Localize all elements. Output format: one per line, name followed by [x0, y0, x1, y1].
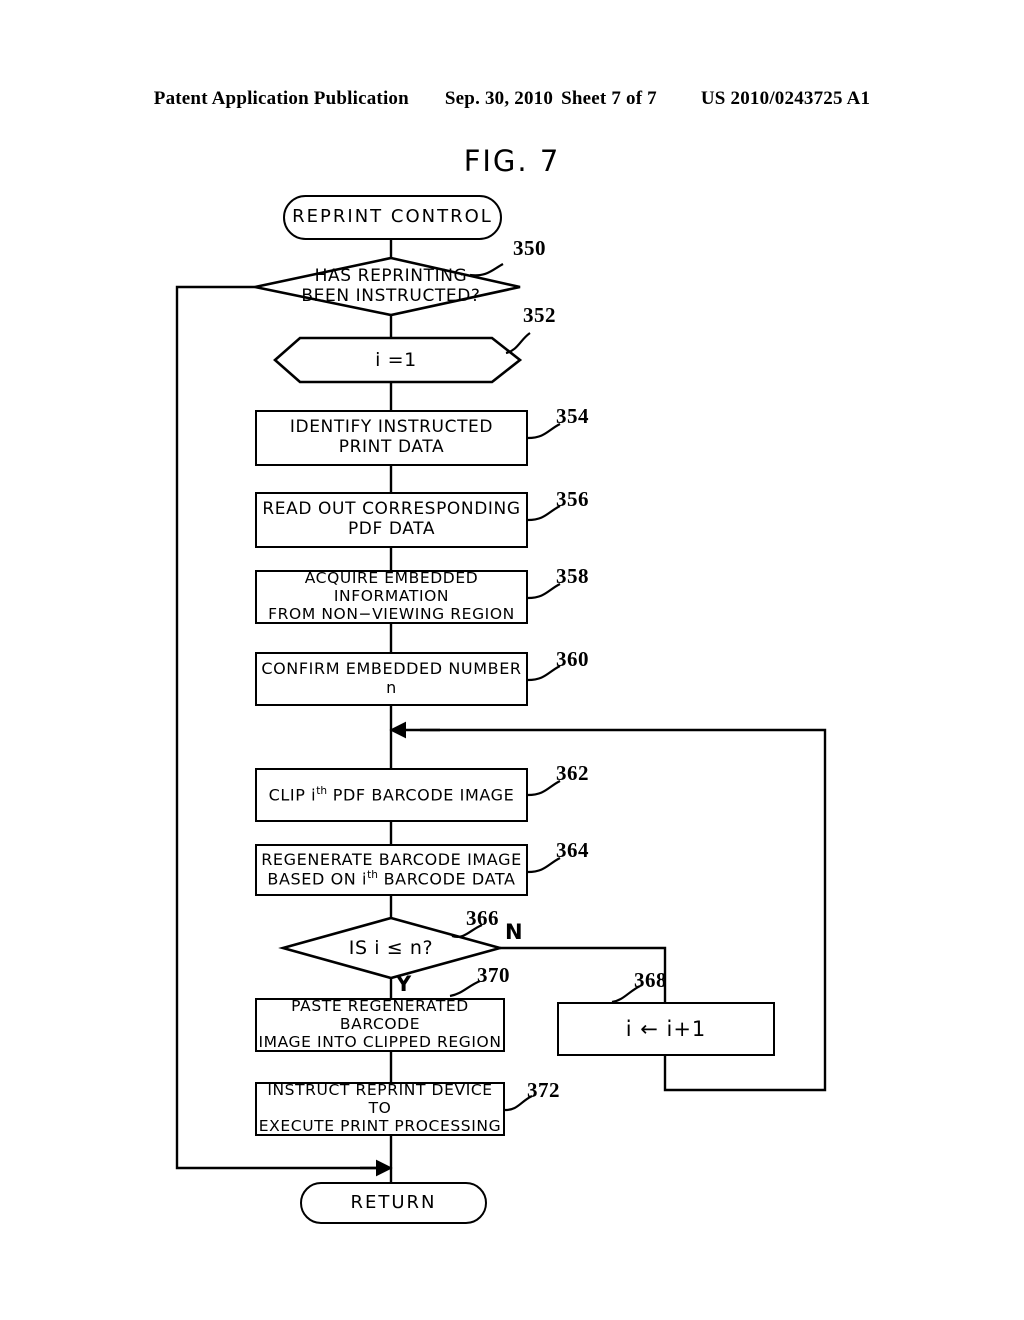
reference-number-368: 368: [634, 968, 667, 992]
branch-label-yes: Y: [396, 972, 412, 996]
reference-number-356: 356: [556, 487, 589, 511]
prep-352-label: i =1: [375, 348, 417, 371]
reference-number-362: 362: [556, 761, 589, 785]
process-confirm-embedded-number: CONFIRM EMBEDDED NUMBER n: [255, 652, 528, 706]
reference-number-352: 352: [523, 303, 556, 327]
process-acquire-embedded-information: ACQUIRE EMBEDDED INFORMATION FROM NON−VI…: [255, 569, 528, 624]
box-362-text: CLIP ith PDF BARCODE IMAGE: [268, 785, 515, 805]
process-instruct-reprint-device: INSTRUCT REPRINT DEVICE TO EXECUTE PRINT…: [255, 1081, 505, 1136]
leader-370: [449, 979, 481, 998]
process-increment-i: i ← i+1: [557, 1002, 775, 1056]
reference-number-364: 364: [556, 838, 589, 862]
reference-number-358: 358: [556, 564, 589, 588]
reference-number-372: 372: [527, 1078, 560, 1102]
patent-figure-page: Patent Application Publication Sep. 30, 2…: [0, 0, 1024, 1320]
terminal-return: RETURN: [300, 1182, 487, 1224]
decision-366-label: IS i ≤ n?: [348, 936, 434, 959]
process-regenerate-barcode-image: REGENERATE BARCODE IMAGE BASED ON ith BAR…: [255, 844, 528, 896]
reference-number-360: 360: [556, 647, 589, 671]
box-364-text: REGENERATE BARCODE IMAGE BASED ON ith BAR…: [261, 849, 522, 889]
branch-label-no: N: [505, 920, 523, 944]
process-clip-ith-pdf-barcode-image: CLIP ith PDF BARCODE IMAGE: [255, 768, 528, 822]
reference-number-370: 370: [477, 963, 510, 987]
leader-352: [505, 332, 531, 355]
process-paste-regenerated-barcode-image: PASTE REGENERATED BARCODE IMAGE INTO CLI…: [255, 997, 505, 1052]
reference-number-350: 350: [513, 236, 546, 260]
reference-number-366: 366: [466, 906, 499, 930]
reference-number-354: 354: [556, 404, 589, 428]
process-identify-instructed-print-data: IDENTIFY INSTRUCTED PRINT DATA: [255, 410, 528, 466]
process-read-out-corresponding-pdf-data: READ OUT CORRESPONDING PDF DATA: [255, 492, 528, 548]
decision-350-label: HAS REPRINTING BEEN INSTRUCTED?: [301, 266, 481, 306]
terminal-reprint-control: REPRINT CONTROL: [283, 195, 502, 240]
